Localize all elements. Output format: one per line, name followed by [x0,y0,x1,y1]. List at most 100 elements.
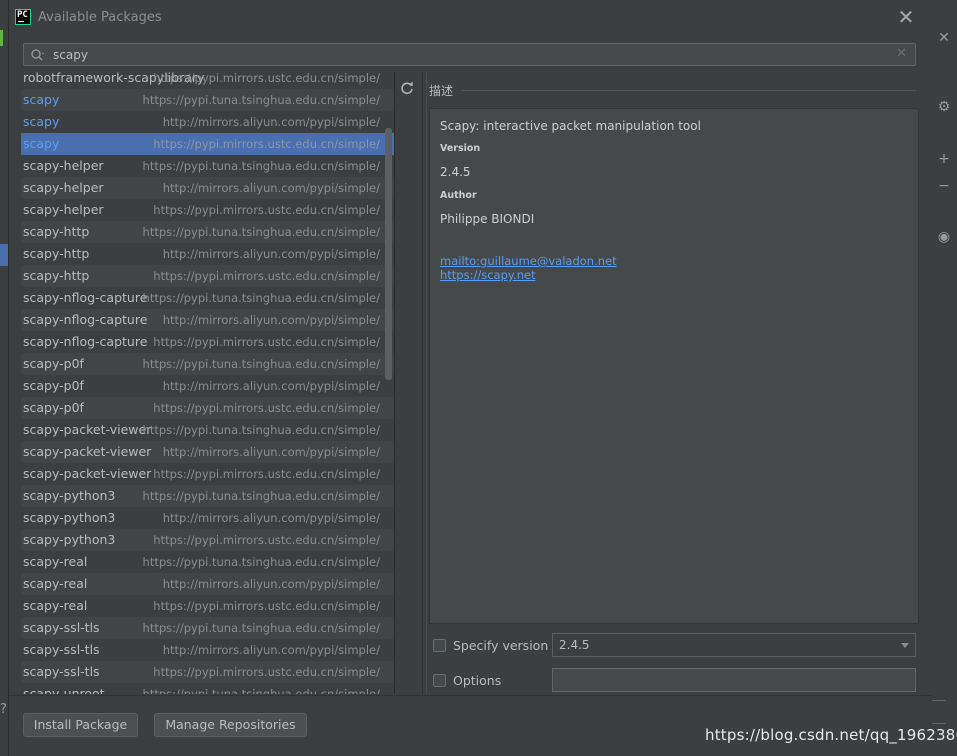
version-heading: Version [440,143,481,154]
package-row[interactable]: scapy-unroot https://pypi.tuna.tsinghua.e… [21,683,394,694]
options-label: Options [453,673,502,688]
description-separator [461,90,916,91]
package-name: scapy-helper [23,158,104,173]
background-selection-mark [0,244,8,266]
package-name: scapy-p0f [23,378,84,393]
package-name: scapy-nflog-capture [23,334,148,349]
package-row[interactable]: scapy-python3 http://mirrors.aliyun.com/p… [21,507,394,529]
package-repository: https://pypi.tuna.tsinghua.edu.cn/simple… [142,291,380,305]
search-input[interactable] [53,45,893,64]
package-row[interactable]: scapy-helper http://mirrors.aliyun.com/py… [21,177,394,199]
package-name: scapy [23,114,60,129]
pycharm-logo-icon: PC [15,9,31,25]
package-row[interactable]: scapy-ssl-tls https://pypi.tuna.tsinghua.… [21,617,394,639]
package-row[interactable]: scapy-http http://mirrors.aliyun.com/pypi… [21,243,394,265]
package-name: scapy-ssl-tls [23,664,100,679]
package-row[interactable]: scapy https://pypi.mirrors.ustc.edu.cn/si… [21,133,394,155]
background-eye-icon: ◉ [937,229,951,245]
package-repository: https://pypi.tuna.tsinghua.edu.cn/simple… [142,555,380,569]
package-row[interactable]: scapy-ssl-tls http://mirrors.aliyun.com/p… [21,639,394,661]
package-row[interactable]: scapy-p0f https://pypi.mirrors.ustc.edu.c… [21,397,394,419]
package-name: scapy-packet-viewer [23,466,152,481]
package-row[interactable]: scapy-packet-viewer http://mirrors.aliyun… [21,441,394,463]
background-ide-left: ? [0,0,8,756]
install-package-button[interactable]: Install Package [23,713,138,737]
package-row[interactable]: scapy-nflog-capture https://pypi.tuna.tsi… [21,287,394,309]
package-name: scapy-http [23,268,90,283]
dialog-titlebar: PC Available Packages ✕ [9,0,932,36]
clear-icon[interactable]: ✕ [896,46,907,61]
package-summary: Scapy: interactive packet manipulation t… [440,119,701,133]
package-repository: https://pypi.mirrors.ustc.edu.cn/simple/ [153,401,380,415]
package-repository: https://pypi.mirrors.ustc.edu.cn/simple/ [153,269,380,283]
dialog-title: Available Packages [38,10,162,25]
list-divider [394,72,395,694]
package-row[interactable]: scapy-ssl-tls https://pypi.mirrors.ustc.e… [21,661,394,683]
package-repository: https://pypi.tuna.tsinghua.edu.cn/simple… [142,93,380,107]
package-row[interactable]: scapy-python3 https://pypi.mirrors.ustc.e… [21,529,394,551]
description-label: 描述 [429,84,454,98]
package-name: scapy-real [23,576,88,591]
package-name: scapy-nflog-capture [23,312,148,327]
package-row[interactable]: scapy https://pypi.tuna.tsinghua.edu.cn/s… [21,89,394,111]
author-email-link[interactable]: mailto:guillaume@valadon.net [440,254,617,268]
package-repository: https://pypi.tuna.tsinghua.edu.cn/simple… [142,423,380,437]
package-repository: https://pypi.mirrors.ustc.edu.cn/simple/ [153,533,380,547]
version-dropdown[interactable]: 2.4.5 [552,633,916,657]
package-repository: https://pypi.tuna.tsinghua.edu.cn/simple… [142,489,380,503]
close-icon[interactable]: ✕ [896,6,916,28]
package-repository: http://mirrors.aliyun.com/pypi/simple/ [162,247,380,261]
package-repository: http://mirrors.aliyun.com/pypi/simple/ [162,181,380,195]
options-input[interactable] [552,668,916,692]
package-row[interactable]: scapy-helper https://pypi.mirrors.ustc.ed… [21,199,394,221]
package-name: scapy-python3 [23,532,116,547]
version-dropdown-value: 2.4.5 [559,638,590,652]
background-input-edge [931,700,946,724]
package-row[interactable]: scapy-real https://pypi.tuna.tsinghua.edu… [21,551,394,573]
package-name: scapy-packet-viewer [23,444,152,459]
package-repository: https://pypi.tuna.tsinghua.edu.cn/simple… [142,357,380,371]
manage-repositories-button[interactable]: Manage Repositories [154,713,307,737]
search-box[interactable]: ✕ [23,43,916,66]
refresh-icon[interactable] [400,80,414,96]
package-row[interactable]: robotframework-scapylibrary https://pypi.… [21,72,394,89]
package-row[interactable]: scapy-http https://pypi.mirrors.ustc.edu.… [21,265,394,287]
package-repository: https://pypi.mirrors.ustc.edu.cn/simple/ [153,467,380,481]
package-name: scapy-ssl-tls [23,642,100,657]
package-repository: https://pypi.tuna.tsinghua.edu.cn/simple… [142,687,380,694]
available-packages-dialog: PC Available Packages ✕ ✕ robotframework… [8,0,932,756]
background-accent-mark [0,30,3,46]
package-repository: http://mirrors.aliyun.com/pypi/simple/ [162,511,380,525]
homepage-link[interactable]: https://scapy.net [440,268,536,282]
package-repository: https://pypi.tuna.tsinghua.edu.cn/simple… [142,225,380,239]
package-repository: http://mirrors.aliyun.com/pypi/simple/ [162,643,380,657]
package-name: scapy-real [23,554,88,569]
package-row[interactable]: scapy-real https://pypi.mirrors.ustc.edu.… [21,595,394,617]
specify-version-checkbox[interactable] [433,639,446,652]
package-name: scapy-nflog-capture [23,290,148,305]
package-row[interactable]: scapy-packet-viewer https://pypi.mirrors.… [21,463,394,485]
package-row[interactable]: scapy http://mirrors.aliyun.com/pypi/simp… [21,111,394,133]
bottom-separator [9,695,932,696]
package-name: scapy-http [23,246,90,261]
package-repository: https://pypi.mirrors.ustc.edu.cn/simple/ [153,72,380,85]
package-row[interactable]: scapy-p0f http://mirrors.aliyun.com/pypi/… [21,375,394,397]
package-repository: https://pypi.mirrors.ustc.edu.cn/simple/ [153,203,380,217]
package-row[interactable]: scapy-python3 https://pypi.tuna.tsinghua.… [21,485,394,507]
package-row[interactable]: scapy-packet-viewer https://pypi.tuna.tsi… [21,419,394,441]
description-panel: Scapy: interactive packet manipulation t… [429,108,919,624]
package-row[interactable]: scapy-nflog-capture https://pypi.mirrors.… [21,331,394,353]
package-row[interactable]: scapy-p0f https://pypi.tuna.tsinghua.edu.… [21,353,394,375]
package-name: scapy-http [23,224,90,239]
package-row[interactable]: scapy-nflog-capture http://mirrors.aliyun… [21,309,394,331]
package-list[interactable]: robotframework-scapylibrary https://pypi.… [21,72,394,694]
package-name: scapy-ssl-tls [23,620,100,635]
package-name: scapy-p0f [23,400,84,415]
package-row[interactable]: scapy-real http://mirrors.aliyun.com/pypi… [21,573,394,595]
package-row[interactable]: scapy-http https://pypi.tuna.tsinghua.edu… [21,221,394,243]
options-checkbox[interactable] [433,674,446,687]
package-row[interactable]: scapy-helper https://pypi.tuna.tsinghua.e… [21,155,394,177]
background-ide-right: ✕ ⚙ + − ◉ [931,0,957,756]
panel-splitter[interactable] [422,72,423,694]
package-list-scrollbar[interactable] [385,128,392,380]
